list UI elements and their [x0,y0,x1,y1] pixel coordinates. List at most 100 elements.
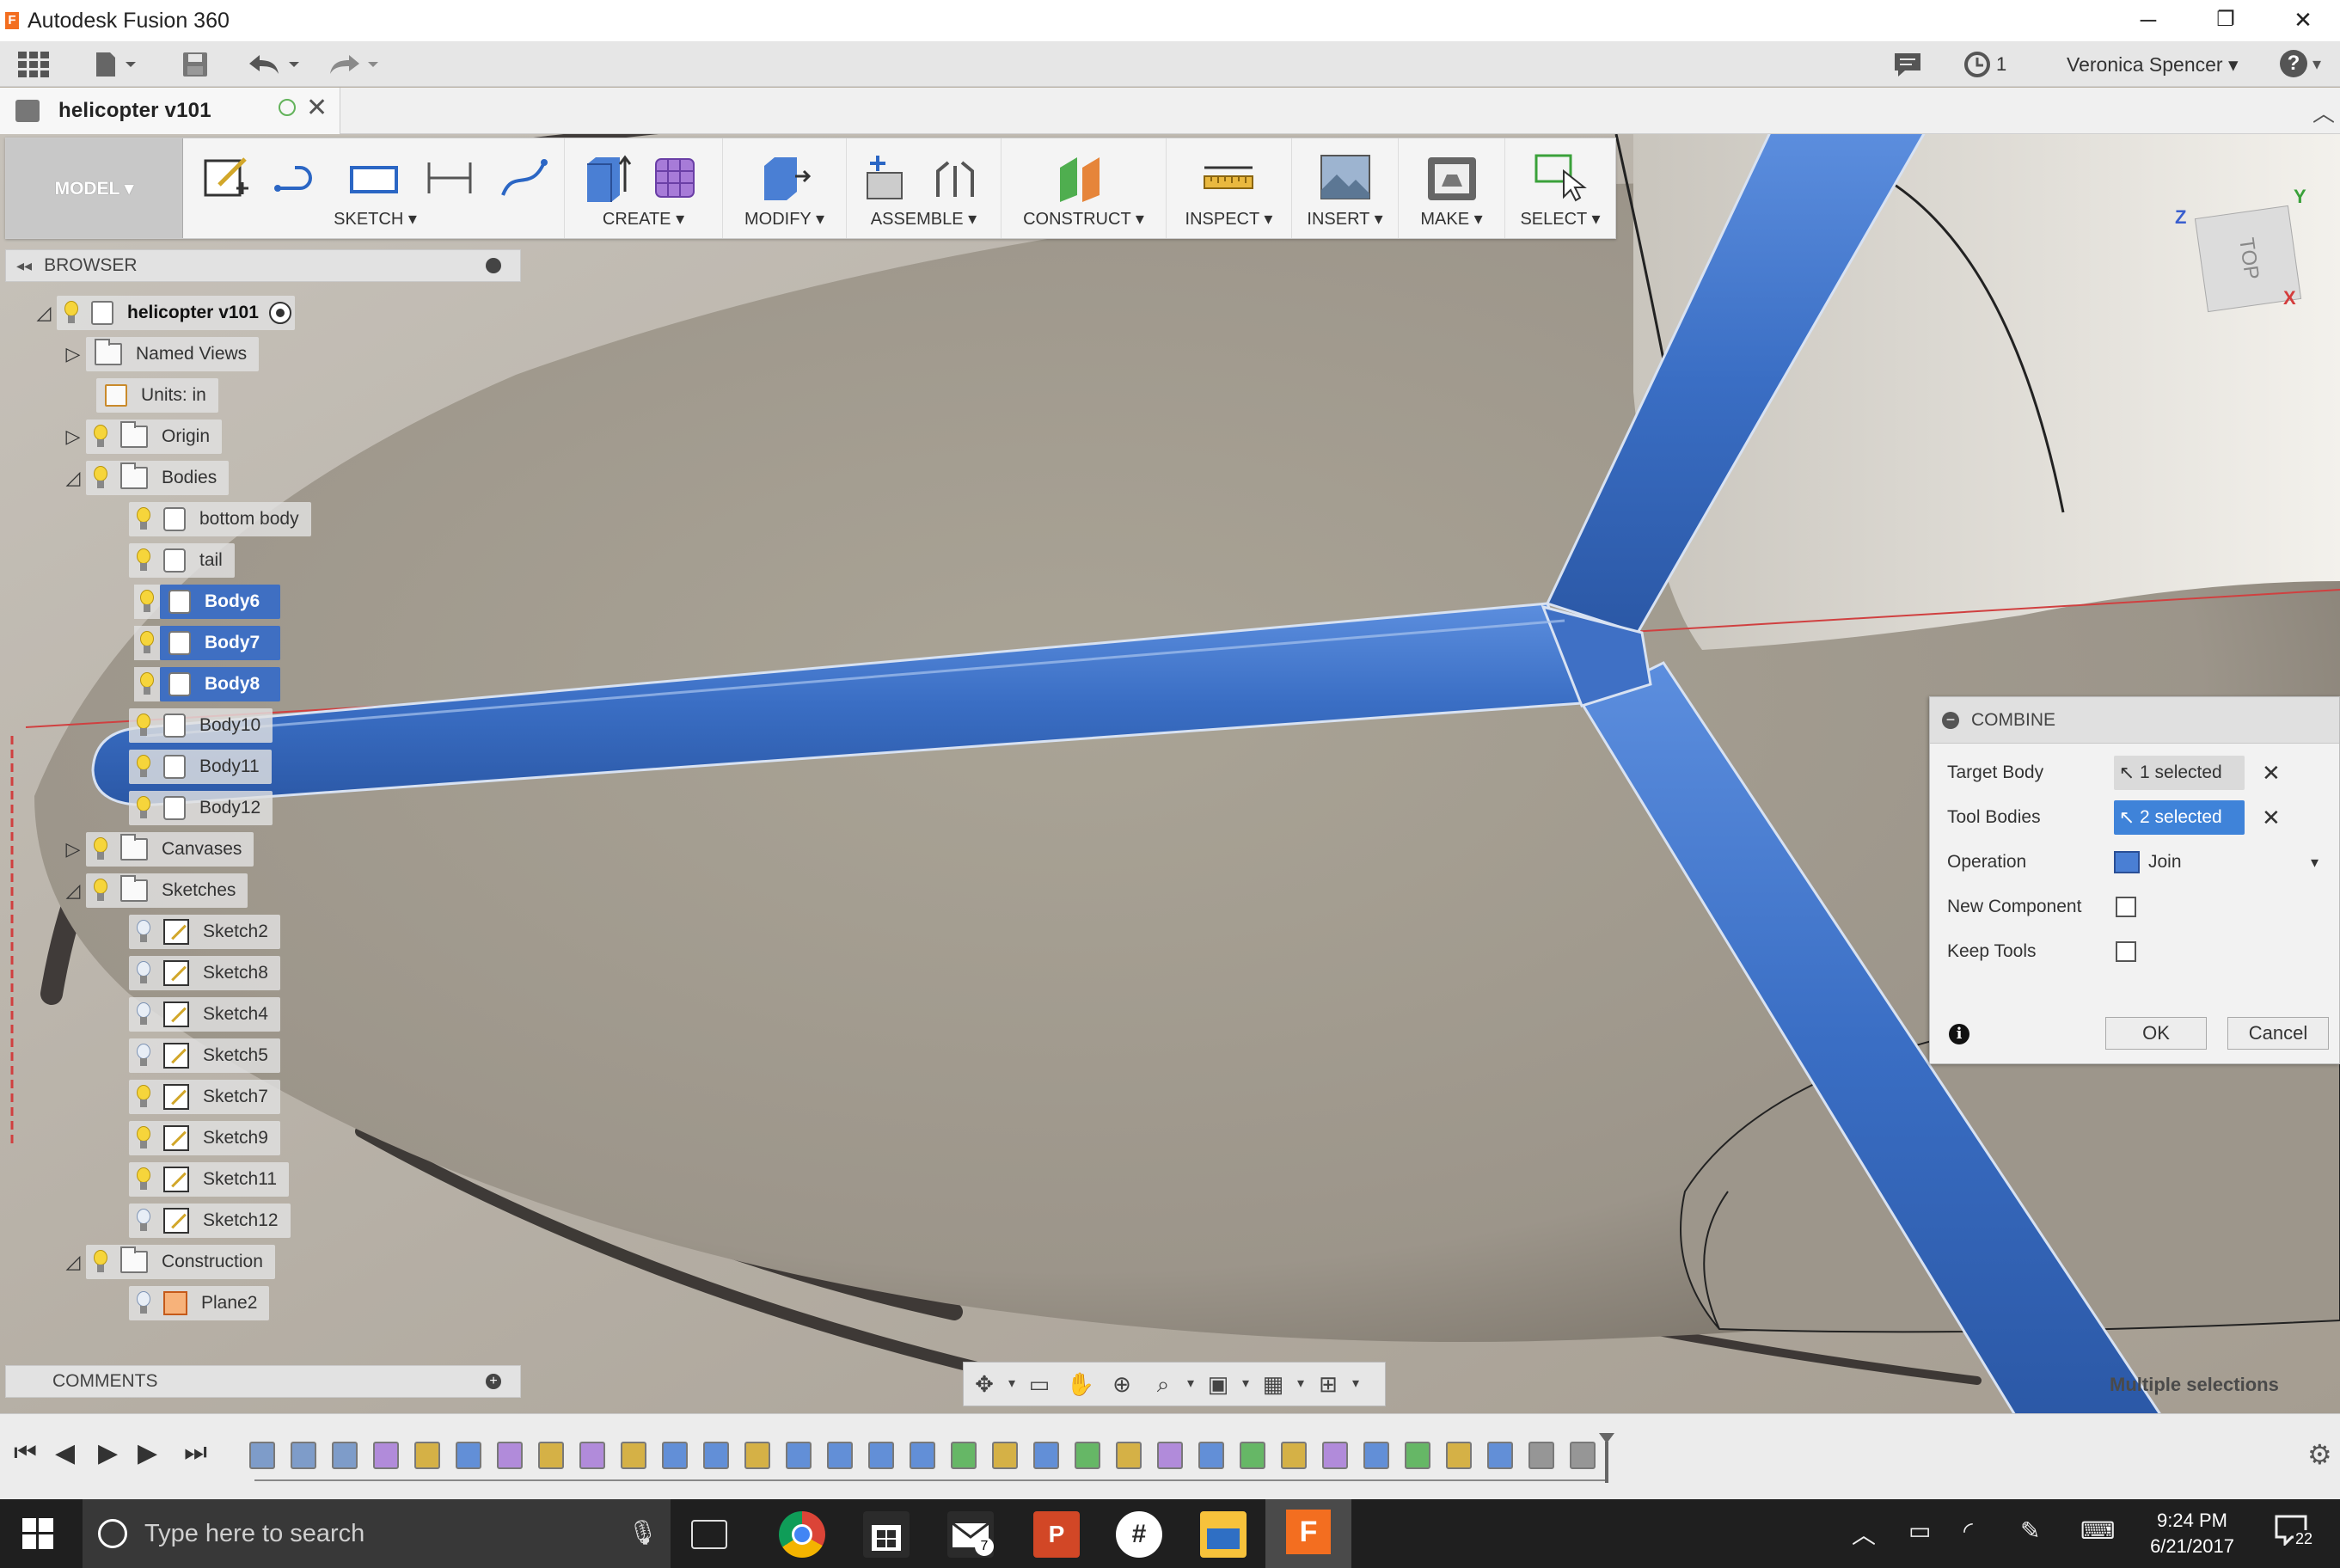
timeline-feature-icon[interactable] [414,1442,440,1469]
tree-row-body[interactable]: tail [129,543,235,578]
slack-icon[interactable]: # [1116,1511,1162,1558]
timeline-feature-icon[interactable] [1157,1442,1183,1469]
fit-dropdown-icon[interactable]: ▾ [1184,1367,1198,1401]
tool-bodies-selector[interactable]: ↖ 2 selected [2114,800,2245,835]
visibility-bulb-icon[interactable] [91,879,110,903]
microphone-icon[interactable]: 🎙 [628,1518,659,1547]
visibility-bulb-icon[interactable] [134,667,160,701]
expand-triangle-icon[interactable]: ▷ [60,337,86,371]
display-dropdown-icon[interactable]: ▾ [1239,1367,1253,1401]
mail-icon[interactable]: 7 [947,1511,994,1558]
comment-icon[interactable] [1891,50,1926,79]
tree-node-body-selected[interactable]: Body7 [129,626,281,660]
tree-node-sketch[interactable]: Sketch9 [129,1121,280,1155]
tree-root-row[interactable]: ◿ helicopter v101 [31,296,295,330]
assemble-group[interactable]: ASSEMBLE ▾ [847,138,1002,238]
viewports-icon[interactable]: ⊞ [1308,1367,1349,1401]
tree-row-sketch[interactable]: Sketch4 [129,997,280,1032]
timeline-feature-icon[interactable] [827,1442,853,1469]
rectangle-icon[interactable] [346,150,401,205]
visibility-bulb-icon[interactable] [134,585,160,619]
collapse-triangle-icon[interactable]: ◿ [31,296,57,330]
wifi-icon[interactable]: ◜ [1963,1516,1973,1545]
timeline-feature-icon[interactable] [1405,1442,1430,1469]
timeline-feature-icon[interactable] [249,1442,275,1469]
select-group[interactable]: SELECT ▾ [1505,138,1615,238]
close-tab-icon[interactable]: ✕ [306,93,328,123]
tree-row-sketch[interactable]: Sketch2 [129,915,280,949]
tree-node-sketch[interactable]: Sketch4 [129,997,280,1032]
tree-node-sketch[interactable]: Sketch11 [129,1162,289,1197]
timeline-feature-icon[interactable] [373,1442,399,1469]
tree-node-named-views[interactable]: Named Views [86,337,260,371]
activate-radio-icon[interactable] [268,302,291,324]
close-button[interactable]: ✕ [2264,0,2340,41]
collapse-triangle-icon[interactable]: ◿ [60,461,86,495]
selected-body-highlight[interactable]: Body7 [160,626,281,660]
timeline-feature-icon[interactable] [1528,1442,1554,1469]
add-comment-icon[interactable]: + [486,1374,501,1389]
pin-browser-icon[interactable] [486,258,501,273]
clear-tool-bodies-icon[interactable]: ✕ [2262,805,2281,831]
timeline-feature-icon[interactable] [910,1442,935,1469]
tree-node-body[interactable]: bottom body [129,502,311,536]
visibility-bulb-icon[interactable] [134,755,153,779]
dimension-icon[interactable] [422,150,477,205]
tree-row-canvases[interactable]: ▷ Canvases [60,832,254,867]
tree-row-sketch[interactable]: Sketch11 [129,1162,289,1197]
visibility-bulb-icon[interactable] [62,301,81,325]
timeline-feature-icon[interactable] [868,1442,894,1469]
workspace-switcher[interactable]: MODEL ▾ [6,138,183,238]
tree-node-body-selected[interactable]: Body8 [129,667,281,701]
tree-row-sketch[interactable]: Sketch8 [129,956,280,990]
insert-group[interactable]: INSERT ▾ [1292,138,1399,238]
timeline-feature-icon[interactable] [992,1442,1018,1469]
tree-row-origin[interactable]: ▷ Origin [60,420,223,454]
visibility-bulb-icon[interactable] [134,1126,153,1150]
timeline-feature-icon[interactable] [786,1442,812,1469]
timeline-feature-icon[interactable] [456,1442,481,1469]
fusion-taskbar-button[interactable]: F [1265,1499,1351,1568]
make-group[interactable]: MAKE ▾ [1399,138,1505,238]
timeline-feature-icon[interactable] [1322,1442,1348,1469]
tree-row-construction[interactable]: ◿ Construction [60,1245,275,1279]
timeline-feature-icon[interactable] [1281,1442,1307,1469]
data-panel-grid-icon[interactable] [15,50,52,79]
timeline-feature-icon[interactable] [1240,1442,1265,1469]
timeline-feature-icon[interactable] [579,1442,605,1469]
timeline-settings-gear-icon[interactable]: ⚙ [2307,1438,2332,1471]
timeline-play-icon[interactable]: ▶ [98,1438,118,1468]
press-pull-icon[interactable] [757,150,812,205]
tree-node-sketches[interactable]: Sketches [86,873,248,908]
tree-node-sketch[interactable]: Sketch7 [129,1080,280,1114]
expand-triangle-icon[interactable]: ▷ [60,420,86,454]
spline-icon[interactable] [496,150,551,205]
grid-dropdown-icon[interactable]: ▾ [1294,1367,1308,1401]
visibility-bulb-icon[interactable] [91,425,110,449]
zoom-icon[interactable]: ⊕ [1101,1367,1142,1401]
new-component-icon[interactable] [859,150,914,205]
timeline-feature-icon[interactable] [703,1442,729,1469]
visibility-bulb-icon[interactable] [134,507,153,531]
timeline-feature-icon[interactable] [662,1442,688,1469]
tree-node-bodies[interactable]: Bodies [86,461,230,495]
line-icon[interactable] [269,150,324,205]
timeline-feature-icon[interactable] [951,1442,977,1469]
tree-row-sketch[interactable]: Sketch5 [129,1038,280,1073]
system-clock[interactable]: 9:24 PM 6/21/2017 [2141,1508,2244,1559]
joint-icon[interactable] [929,150,984,205]
collapse-chevron-icon[interactable]: ︿ [2312,96,2335,128]
tree-row-body[interactable]: Body11 [129,750,272,784]
timeline-feature-icon[interactable] [1116,1442,1142,1469]
file-menu-icon[interactable] [89,50,141,79]
chrome-icon[interactable] [779,1511,825,1558]
tree-row-bodies[interactable]: ◿ Bodies [60,461,230,495]
tree-node-construction[interactable]: Construction [86,1245,275,1279]
browser-header[interactable]: ◂◂ BROWSER [5,249,521,282]
task-view-icon[interactable] [691,1520,727,1549]
tree-node-body-selected[interactable]: Body6 [129,585,281,619]
visibility-bulb-icon[interactable] [134,961,153,985]
file-explorer-icon[interactable] [1200,1511,1247,1558]
visibility-bulb-icon[interactable] [91,466,110,490]
select-icon[interactable] [1533,150,1588,205]
